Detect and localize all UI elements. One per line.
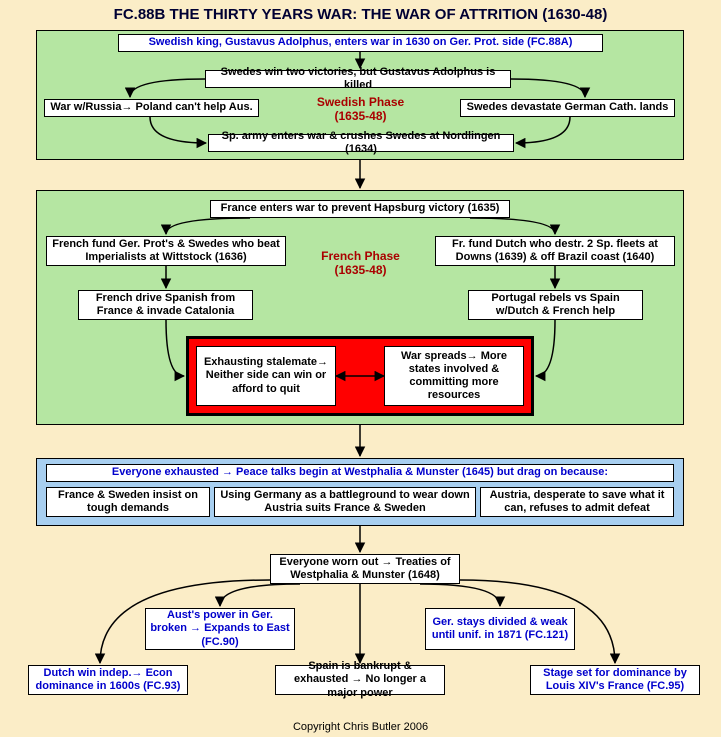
node-peace-austria: Austria, desperate to save what it can, … bbox=[480, 487, 674, 517]
node-aust: Aust's power in Ger. broken → Expands to… bbox=[145, 608, 295, 650]
node-louis: Stage set for dominance by Louis XIV's F… bbox=[530, 665, 700, 695]
node-spain: Spain is bankrupt & exhausted → No longe… bbox=[275, 665, 445, 695]
node-ger: Ger. stays divided & weak until unif. in… bbox=[425, 608, 575, 650]
node-spreads: War spreads→ More states involved & comm… bbox=[384, 346, 524, 406]
node-peace-france: France & Sweden insist on tough demands bbox=[46, 487, 210, 517]
node-nordlingen: Sp. army enters war & crushes Swedes at … bbox=[208, 134, 514, 152]
node-russia: War w/Russia→ Poland can't help Aus. bbox=[44, 99, 259, 117]
french-phase-label: French Phase (1635-48) bbox=[308, 247, 413, 279]
node-peace-header: Everyone exhausted → Peace talks begin a… bbox=[46, 464, 674, 482]
node-peace-germany: Using Germany as a battleground to wear … bbox=[214, 487, 476, 517]
swedish-phase-label: Swedish Phase (1635-48) bbox=[308, 93, 413, 125]
flowchart-canvas: FC.88B THE THIRTY YEARS WAR: THE WAR OF … bbox=[0, 0, 721, 737]
page-title: FC.88B THE THIRTY YEARS WAR: THE WAR OF … bbox=[0, 6, 721, 23]
node-swedish-entry: Swedish king, Gustavus Adolphus, enters … bbox=[118, 34, 603, 52]
node-portugal: Portugal rebels vs Spain w/Dutch & Frenc… bbox=[468, 290, 643, 320]
node-dutch: Dutch win indep.→ Econ dominance in 1600… bbox=[28, 665, 188, 695]
node-catalonia: French drive Spanish from France & invad… bbox=[78, 290, 253, 320]
copyright-footer: Copyright Chris Butler 2006 bbox=[0, 721, 721, 733]
node-wittstock: French fund Ger. Prot's & Swedes who bea… bbox=[46, 236, 286, 266]
node-downs: Fr. fund Dutch who destr. 2 Sp. fleets a… bbox=[435, 236, 675, 266]
node-france-enters: France enters war to prevent Hapsburg vi… bbox=[210, 200, 510, 218]
node-treaties: Everyone worn out → Treaties of Westphal… bbox=[270, 554, 460, 584]
node-swedish-victories: Swedes win two victories, but Gustavus A… bbox=[205, 70, 511, 88]
node-stalemate: Exhausting stalemate→ Neither side can w… bbox=[196, 346, 336, 406]
node-devastate: Swedes devastate German Cath. lands bbox=[460, 99, 675, 117]
